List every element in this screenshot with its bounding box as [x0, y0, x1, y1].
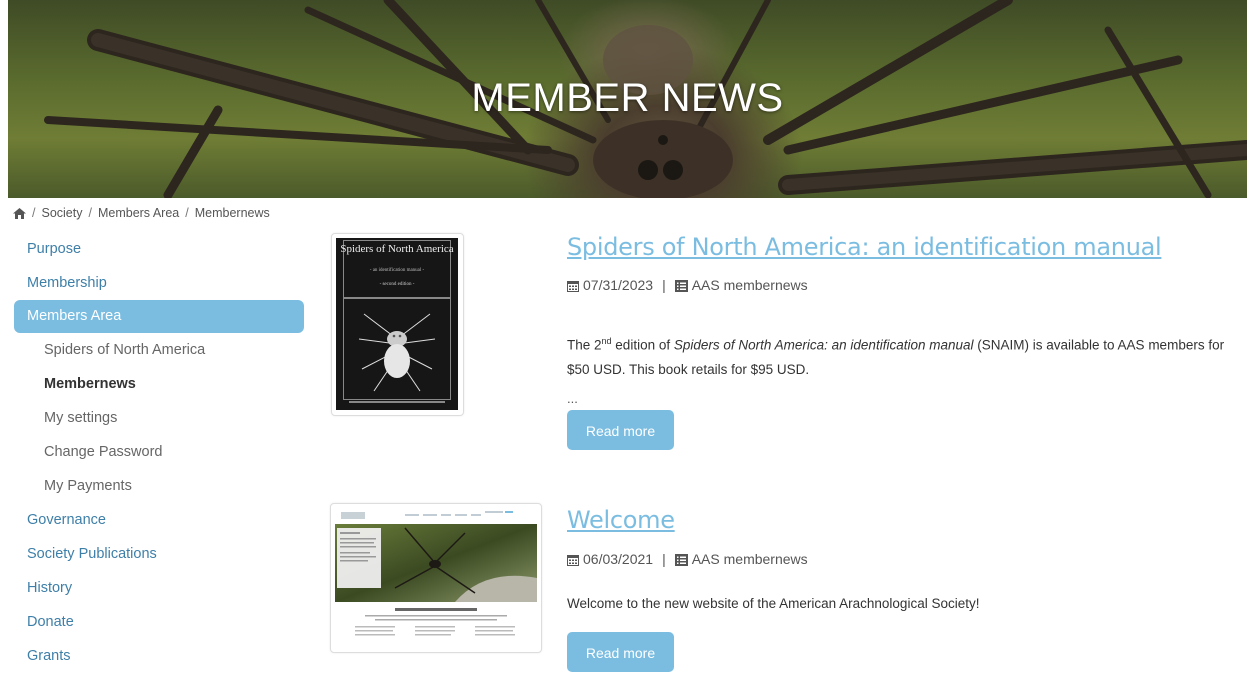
- sidebar-item-membership[interactable]: Membership: [14, 266, 304, 300]
- article-excerpt: The 2nd edition of Spiders of North Amer…: [567, 329, 1242, 382]
- calendar-icon: [567, 279, 579, 292]
- excerpt-superscript: nd: [601, 336, 612, 346]
- sidebar-nav: Purpose Membership Members Area Spiders …: [14, 232, 304, 673]
- spider-illustration: [358, 313, 436, 392]
- article-title-link[interactable]: Welcome: [567, 506, 675, 534]
- sidebar-item-history[interactable]: History: [14, 571, 304, 605]
- article-category[interactable]: AAS membernews: [692, 551, 808, 567]
- sidebar-item-change-password[interactable]: Change Password: [14, 435, 304, 469]
- read-more-button[interactable]: Read more: [567, 410, 674, 450]
- cover-title: Spiders of North America: [340, 243, 454, 255]
- site-preview: [335, 508, 537, 648]
- breadcrumb: / Society / Members Area / Membernews: [13, 206, 270, 220]
- sidebar-item-donate[interactable]: Donate: [14, 605, 304, 639]
- cover-edition: - second edition -: [379, 282, 415, 287]
- sidebar-item-grants[interactable]: Grants: [14, 639, 304, 673]
- list-icon: [674, 553, 688, 566]
- read-more-button[interactable]: Read more: [567, 632, 674, 672]
- cover-subtitle: - an identification manual -: [369, 268, 425, 273]
- article-meta: 07/31/2023 | AAS membernews: [567, 277, 808, 293]
- breadcrumb-current: Membernews: [194, 206, 270, 220]
- sidebar-item-governance[interactable]: Governance: [14, 503, 304, 537]
- list-icon: [674, 279, 688, 292]
- article-thumbnail[interactable]: Spiders of North America - an identifica…: [331, 233, 464, 416]
- sidebar-item-society-publications[interactable]: Society Publications: [14, 537, 304, 571]
- article-title-link[interactable]: Spiders of North America: an identificat…: [567, 233, 1162, 261]
- article-excerpt: Welcome to the new website of the Americ…: [567, 596, 980, 611]
- home-icon[interactable]: [13, 207, 26, 219]
- sidebar-item-members-area[interactable]: Members Area: [14, 300, 304, 333]
- sidebar-item-my-payments[interactable]: My Payments: [14, 469, 304, 503]
- page-title: MEMBER NEWS: [471, 76, 784, 120]
- sidebar-item-membernews[interactable]: Membernews: [14, 367, 304, 401]
- website-screenshot-image: [335, 508, 537, 648]
- breadcrumb-separator: /: [32, 206, 36, 220]
- breadcrumb-society[interactable]: Society: [41, 206, 82, 220]
- breadcrumb-separator: /: [88, 206, 92, 220]
- article-category[interactable]: AAS membernews: [692, 277, 808, 293]
- book-cover-image: Spiders of North America - an identifica…: [336, 238, 458, 410]
- meta-separator: |: [662, 551, 666, 567]
- excerpt-text: The 2: [567, 337, 602, 353]
- cover-art-frame: [343, 298, 451, 400]
- calendar-icon: [567, 553, 579, 566]
- article-date: 07/31/2023: [583, 277, 654, 293]
- sidebar-item-purpose[interactable]: Purpose: [14, 232, 304, 266]
- article-thumbnail[interactable]: [330, 503, 542, 653]
- article-date: 06/03/2021: [583, 551, 654, 567]
- cover-authors-line: [336, 400, 458, 405]
- sidebar-item-spiders-of-north-america[interactable]: Spiders of North America: [14, 333, 304, 367]
- meta-separator: |: [662, 277, 666, 293]
- article-meta: 06/03/2021 | AAS membernews: [567, 551, 808, 567]
- breadcrumb-members-area[interactable]: Members Area: [98, 206, 179, 220]
- excerpt-text: edition of: [611, 337, 674, 353]
- hero-banner: MEMBER NEWS: [8, 0, 1247, 198]
- excerpt-ellipsis: ...: [567, 391, 578, 406]
- sidebar-item-my-settings[interactable]: My settings: [14, 401, 304, 435]
- breadcrumb-separator: /: [185, 206, 189, 220]
- excerpt-book-title: Spiders of North America: an identificat…: [673, 337, 974, 353]
